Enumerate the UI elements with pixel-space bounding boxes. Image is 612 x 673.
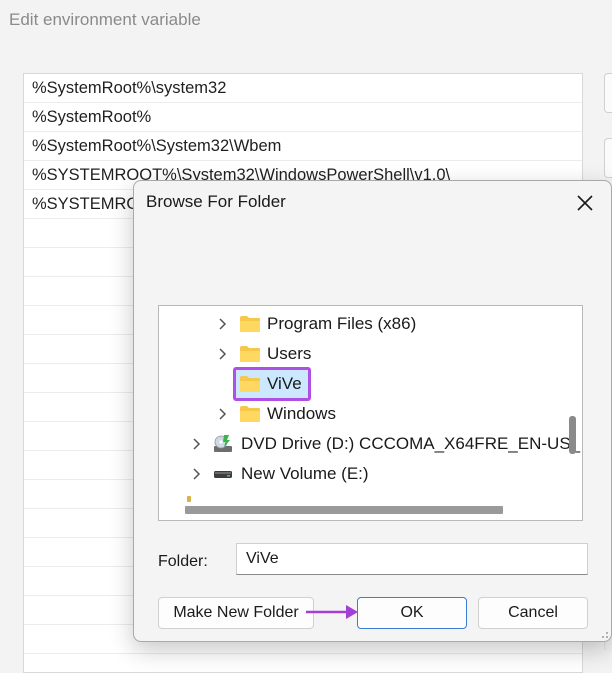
close-icon[interactable]	[571, 189, 599, 217]
vertical-scrollbar[interactable]	[569, 416, 576, 454]
partial-tree-item	[187, 496, 191, 502]
tree-item-dvd-drive[interactable]: DVD Drive (D:) CCCOMA_X64FRE_EN-US_	[191, 431, 580, 457]
tree-item-users[interactable]: Users	[217, 341, 311, 367]
ok-button[interactable]: OK	[357, 597, 467, 629]
tree-item-program-files-x86[interactable]: Program Files (x86)	[217, 311, 416, 337]
dvd-drive-icon	[214, 435, 232, 452]
chevron-right-icon[interactable]	[217, 317, 227, 331]
tree-item-label: Users	[267, 344, 312, 363]
tree-item-label: Program Files (x86)	[267, 314, 417, 333]
folder-tree[interactable]: Program Files (x86) Users ViVe Windows D…	[158, 305, 583, 521]
folder-icon	[240, 316, 260, 332]
browse-for-folder-dialog: Browse For Folder Program Files (x86) Us…	[133, 180, 612, 642]
folder-input[interactable]	[236, 543, 588, 575]
folder-icon	[240, 376, 260, 392]
folder-icon	[240, 346, 260, 362]
resize-grip-icon[interactable]	[597, 627, 609, 639]
list-item[interactable]: %SystemRoot%\System32\Wbem	[24, 132, 582, 161]
dialog-title: Browse For Folder	[146, 192, 286, 211]
folder-icon	[240, 406, 260, 422]
tree-item-label: ViVe	[267, 374, 302, 393]
make-new-folder-button[interactable]: Make New Folder	[158, 597, 314, 629]
chevron-right-icon[interactable]	[217, 407, 227, 421]
window-title: Edit environment variable	[9, 10, 201, 29]
list-item[interactable]: %SystemRoot%	[24, 103, 582, 132]
tree-item-label: New Volume (E:)	[241, 464, 369, 483]
side-button-edit[interactable]	[604, 138, 612, 178]
tree-item-windows[interactable]: Windows	[217, 401, 336, 427]
cancel-button[interactable]: Cancel	[478, 597, 588, 629]
hard-drive-icon	[214, 471, 232, 478]
annotation-arrow-icon	[306, 605, 358, 619]
chevron-right-icon[interactable]	[191, 467, 201, 481]
folder-label: Folder:	[158, 553, 208, 570]
tree-item-new-volume[interactable]: New Volume (E:)	[191, 461, 369, 487]
side-button-new[interactable]	[604, 73, 612, 113]
chevron-right-icon[interactable]	[191, 437, 201, 451]
tree-item-label: DVD Drive (D:) CCCOMA_X64FRE_EN-US_	[241, 434, 581, 453]
list-item[interactable]: %SystemRoot%\system32	[24, 74, 582, 103]
chevron-right-icon[interactable]	[217, 347, 227, 361]
tree-item-label: Windows	[267, 404, 336, 423]
tree-item-vive[interactable]: ViVe	[239, 371, 302, 397]
horizontal-scrollbar[interactable]	[185, 506, 503, 514]
